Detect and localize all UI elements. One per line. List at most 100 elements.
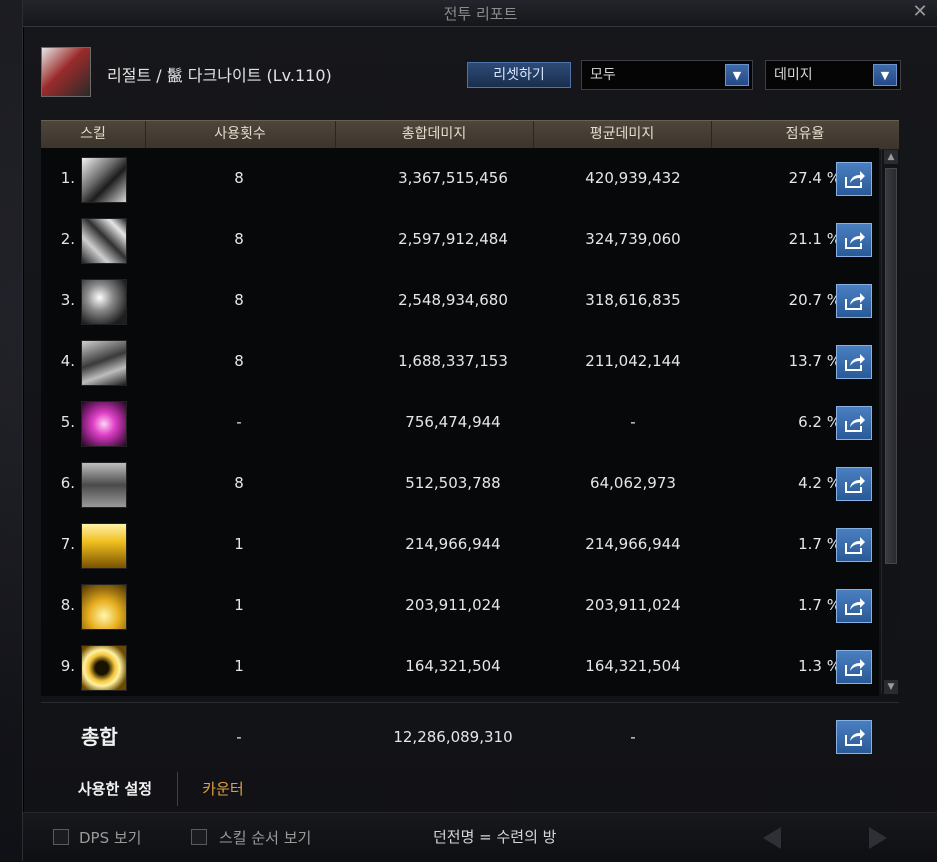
chevron-down-icon[interactable]: ▼ — [873, 64, 897, 86]
gold-spire-skill-icon — [81, 584, 127, 630]
prev-page-icon[interactable] — [763, 827, 781, 849]
header-average-damage[interactable]: 평균데미지 — [533, 121, 712, 149]
average-damage: 203,911,024 — [585, 596, 681, 614]
share-button[interactable] — [836, 467, 872, 501]
total-damage: 203,911,024 — [405, 596, 501, 614]
share-icon — [845, 476, 865, 493]
gold-claw-skill-icon — [81, 523, 127, 569]
table-row[interactable]: 3. 8 2,548,934,680 318,616,835 20.7 % — [41, 270, 879, 331]
share-percent: 20.7 % — [788, 291, 841, 309]
average-damage: 211,042,144 — [585, 352, 681, 370]
header-total-damage[interactable]: 총합데미지 — [335, 121, 534, 149]
filter-select-value: 모두 — [590, 67, 616, 83]
skill-table: 1. 8 3,367,515,456 420,939,432 27.4 % 2. 8 2,59… — [41, 148, 879, 696]
table-scrollbar[interactable]: ▲ ▼ — [881, 150, 900, 694]
share-icon — [845, 293, 865, 310]
total-damage: 164,321,504 — [405, 657, 501, 675]
use-count: 8 — [234, 474, 244, 492]
summary-share-button[interactable] — [836, 720, 872, 754]
total-damage: 2,597,912,484 — [398, 230, 508, 248]
table-row[interactable]: 6. 8 512,503,788 64,062,973 4.2 % — [41, 453, 879, 514]
dps-view-label: DPS 보기 — [79, 829, 142, 847]
table-row[interactable]: 4. 8 1,688,337,153 211,042,144 13.7 % — [41, 331, 879, 392]
summary-count: - — [236, 728, 242, 746]
tab-counter[interactable]: 카운터 — [183, 772, 263, 806]
share-button[interactable] — [836, 528, 872, 562]
summary-average: - — [630, 728, 636, 746]
summary-label: 총합 — [81, 725, 118, 749]
share-percent: 27.4 % — [788, 169, 841, 187]
table-row[interactable]: 2. 8 2,597,912,484 324,739,060 21.1 % — [41, 209, 879, 270]
share-percent: 1.7 % — [798, 535, 841, 553]
rank: 6. — [60, 474, 75, 492]
metric-select-value: 데미지 — [774, 67, 813, 83]
table-row[interactable]: 7. 1 214,966,944 214,966,944 1.7 % — [41, 514, 879, 575]
share-percent: 21.1 % — [788, 230, 841, 248]
share-icon — [845, 354, 865, 371]
total-damage: 2,548,934,680 — [398, 291, 508, 309]
total-damage: 1,688,337,153 — [398, 352, 508, 370]
skill-order-checkbox[interactable] — [191, 829, 207, 845]
table-row[interactable]: 8. 1 203,911,024 203,911,024 1.7 % — [41, 575, 879, 636]
share-button[interactable] — [836, 406, 872, 440]
share-button[interactable] — [836, 284, 872, 318]
header-count[interactable]: 사용횟수 — [145, 121, 336, 149]
scroll-up-icon[interactable]: ▲ — [884, 150, 898, 164]
summary-total: 12,286,089,310 — [393, 728, 513, 746]
summary-row: 총합 - 12,286,089,310 - — [41, 702, 899, 771]
average-damage: 318,616,835 — [585, 291, 681, 309]
rank: 9. — [60, 657, 75, 675]
rank: 4. — [60, 352, 75, 370]
share-percent: 6.2 % — [798, 413, 841, 431]
reset-button[interactable]: 리셋하기 — [467, 62, 571, 88]
share-button[interactable] — [836, 589, 872, 623]
burst-skill-icon — [81, 279, 127, 325]
table-header: 스킬 사용횟수 총합데미지 평균데미지 점유율 — [41, 120, 899, 150]
character-name: 리절트 / 鬣 다크나이트 (Lv.110) — [107, 66, 332, 85]
header-skill[interactable]: 스킬 — [41, 121, 146, 149]
average-damage: 64,062,973 — [590, 474, 676, 492]
share-icon — [845, 415, 865, 432]
filter-select[interactable]: 모두 ▼ — [581, 60, 753, 90]
slash-skill-icon — [81, 157, 127, 203]
scroll-down-icon[interactable]: ▼ — [884, 680, 898, 694]
use-count: 1 — [234, 596, 244, 614]
bottom-bar: DPS 보기 스킬 순서 보기 던전명 = 수련의 방 — [23, 812, 937, 862]
combat-report-window: 전투 리포트 ✕ 리절트 / 鬣 다크나이트 (Lv.110) 리셋하기 모두 … — [22, 0, 937, 862]
table-row[interactable]: 9. 1 164,321,504 164,321,504 1.3 % — [41, 636, 879, 696]
header-share[interactable]: 점유율 — [711, 121, 899, 149]
next-page-icon[interactable] — [869, 827, 887, 849]
share-button[interactable] — [836, 650, 872, 684]
use-count: 8 — [234, 291, 244, 309]
share-percent: 1.7 % — [798, 596, 841, 614]
share-percent: 13.7 % — [788, 352, 841, 370]
share-button[interactable] — [836, 345, 872, 379]
chevron-down-icon[interactable]: ▼ — [725, 64, 749, 86]
use-count: 1 — [234, 657, 244, 675]
close-icon[interactable]: ✕ — [910, 2, 930, 22]
average-damage: - — [630, 413, 636, 431]
share-icon — [845, 232, 865, 249]
average-damage: 164,321,504 — [585, 657, 681, 675]
share-percent: 4.2 % — [798, 474, 841, 492]
tab-used-settings[interactable]: 사용한 설정 — [53, 772, 178, 806]
share-icon — [845, 598, 865, 615]
title-bar[interactable]: 전투 리포트 ✕ — [23, 0, 937, 27]
share-button[interactable] — [836, 162, 872, 196]
total-damage: 756,474,944 — [405, 413, 501, 431]
metric-select[interactable]: 데미지 ▼ — [765, 60, 901, 90]
gold-ring-skill-icon — [81, 645, 127, 691]
rank: 1. — [60, 169, 75, 187]
share-icon — [845, 537, 865, 554]
table-row[interactable]: 1. 8 3,367,515,456 420,939,432 27.4 % — [41, 148, 879, 209]
rank: 8. — [60, 596, 75, 614]
total-damage: 512,503,788 — [405, 474, 501, 492]
dps-view-checkbox[interactable] — [53, 829, 69, 845]
share-button[interactable] — [836, 223, 872, 257]
crown-skill-icon — [81, 462, 127, 508]
scroll-thumb[interactable] — [885, 168, 897, 564]
table-row[interactable]: 5. - 756,474,944 - 6.2 % — [41, 392, 879, 453]
share-icon — [845, 729, 865, 746]
rank: 7. — [60, 535, 75, 553]
share-icon — [845, 171, 865, 188]
